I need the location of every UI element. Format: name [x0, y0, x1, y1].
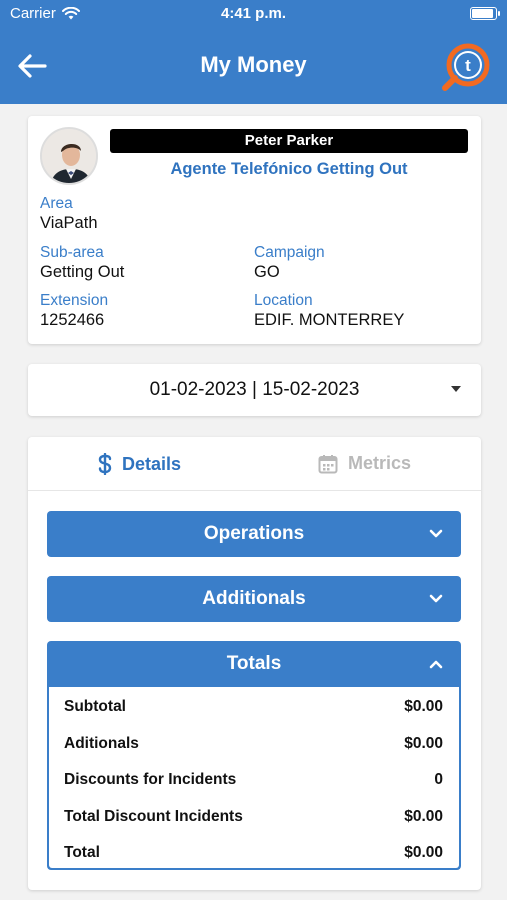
row-value: $0.00	[404, 808, 443, 825]
extension-label: Extension	[40, 292, 109, 309]
table-row: Discounts for Incidents 0	[64, 771, 443, 789]
totals-header[interactable]: Totals	[47, 641, 461, 687]
caret-down-icon	[451, 386, 461, 392]
battery-icon	[470, 7, 500, 20]
dollar-icon	[98, 453, 112, 475]
date-range-select[interactable]: 01-02-2023 | 15-02-2023	[28, 364, 481, 416]
location-label: Location	[254, 292, 313, 309]
chevron-down-icon	[429, 529, 443, 538]
operations-accordion[interactable]: Operations	[47, 511, 461, 557]
chevron-down-icon	[429, 594, 443, 603]
row-label: Total Discount Incidents	[64, 808, 243, 825]
area-value: ViaPath	[40, 214, 98, 232]
table-row: Subtotal $0.00	[64, 698, 443, 716]
profile-card: Peter Parker Agente Telefónico Getting O…	[28, 116, 481, 344]
row-label: Total	[64, 844, 100, 861]
extension-value: 1252466	[40, 311, 105, 329]
t-logo-icon: t	[442, 43, 490, 91]
user-photo-icon	[42, 129, 96, 183]
tab-metrics-label: Metrics	[348, 453, 412, 473]
campaign-value: GO	[254, 263, 280, 281]
additionals-header[interactable]: Additionals	[47, 576, 461, 622]
campaign-label: Campaign	[254, 244, 325, 261]
row-value: 0	[434, 771, 443, 788]
row-value: $0.00	[404, 698, 443, 715]
row-value: $0.00	[404, 735, 443, 752]
row-label: Aditionals	[64, 735, 139, 752]
location-value: EDIF. MONTERREY	[254, 311, 405, 329]
table-row: Total $0.00	[64, 844, 443, 862]
date-range-value: 01-02-2023 | 15-02-2023	[149, 379, 360, 400]
totals-table: Subtotal $0.00 Aditionals $0.00 Discount…	[49, 687, 459, 868]
area-label: Area	[40, 195, 73, 212]
row-value: $0.00	[404, 844, 443, 861]
agent-role: Agente Telefónico Getting Out	[170, 160, 408, 178]
status-bar: Carrier 4:41 p.m.	[0, 0, 507, 28]
avatar	[40, 127, 98, 185]
totals-accordion[interactable]: Totals Subtotal $0.00 Aditionals $0.00 D…	[47, 641, 461, 870]
row-label: Discounts for Incidents	[64, 771, 237, 788]
table-row: Aditionals $0.00	[64, 735, 443, 753]
agent-name: Peter Parker	[110, 129, 468, 153]
brand-logo[interactable]: t	[441, 40, 493, 92]
svg-text:t: t	[465, 56, 471, 75]
additionals-accordion[interactable]: Additionals	[47, 576, 461, 622]
tab-details-label: Details	[122, 453, 182, 474]
tabs-divider	[28, 490, 481, 491]
page-title: My Money	[200, 52, 307, 77]
subarea-value: Getting Out	[40, 263, 125, 281]
operations-title: Operations	[203, 523, 305, 544]
status-time: 4:41 p.m.	[220, 5, 287, 22]
additionals-title: Additionals	[202, 588, 306, 609]
row-label: Subtotal	[64, 698, 126, 715]
tab-metrics[interactable]: Metrics	[318, 453, 411, 474]
calendar-icon	[318, 454, 338, 473]
tab-details[interactable]: Details	[98, 453, 181, 475]
money-panel: Details Metrics Operations Additionals T…	[28, 437, 481, 890]
table-row: Total Discount Incidents $0.00	[64, 808, 443, 826]
chevron-up-icon	[429, 660, 443, 669]
subarea-label: Sub-area	[40, 244, 104, 261]
totals-title: Totals	[226, 653, 282, 674]
operations-header[interactable]: Operations	[47, 511, 461, 557]
app-header: Carrier 4:41 p.m. My Money t	[0, 0, 507, 104]
